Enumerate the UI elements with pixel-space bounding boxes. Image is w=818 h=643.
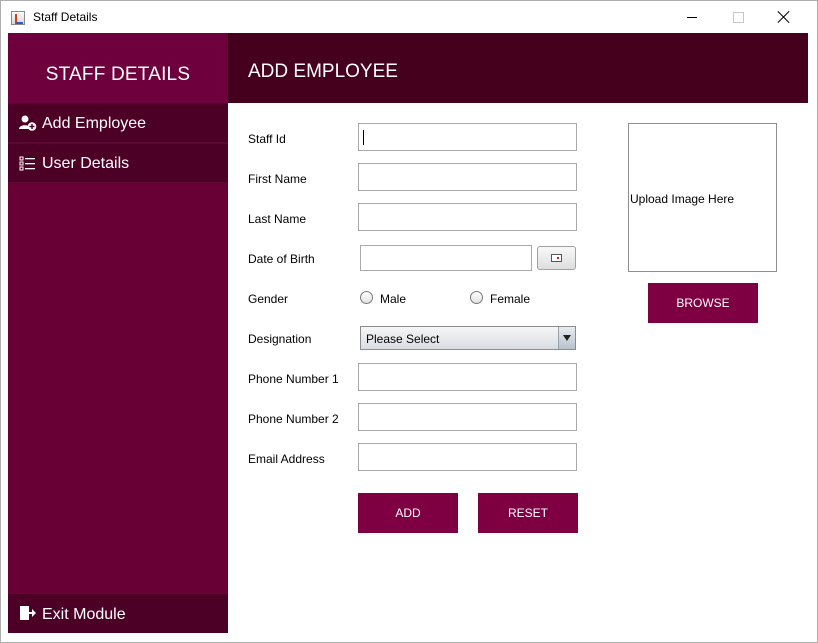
close-icon bbox=[778, 11, 790, 23]
add-button[interactable]: ADD bbox=[358, 493, 458, 533]
sidebar-item-label: Add Employee bbox=[42, 115, 147, 132]
gender-female-label: Female bbox=[490, 292, 531, 306]
last-name-input[interactable] bbox=[358, 203, 577, 231]
first-name-input[interactable] bbox=[358, 163, 577, 191]
browse-button[interactable]: BROWSE bbox=[648, 283, 758, 323]
phone2-label: Phone Number 2 bbox=[248, 412, 339, 426]
text-caret bbox=[363, 130, 364, 145]
page-title: ADD EMPLOYEE bbox=[248, 61, 398, 82]
phone1-input[interactable] bbox=[358, 363, 577, 391]
designation-selected-value: Please Select bbox=[366, 332, 440, 346]
calendar-icon bbox=[551, 254, 562, 262]
title-bar: Staff Details bbox=[1, 1, 817, 33]
designation-label: Designation bbox=[248, 332, 312, 346]
image-upload-box: Upload Image Here bbox=[628, 123, 777, 272]
close-button[interactable] bbox=[761, 1, 807, 33]
staff-id-label: Staff Id bbox=[248, 132, 286, 146]
sidebar-item-user-details[interactable]: User Details bbox=[8, 144, 228, 183]
sidebar-brand-title: STAFF DETAILS bbox=[45, 64, 191, 85]
employee-form: Staff Id First Name Last Name Date of Bi… bbox=[228, 103, 808, 632]
gender-male-label: Male bbox=[380, 292, 407, 306]
list-icon bbox=[19, 156, 35, 171]
add-user-icon bbox=[19, 115, 37, 131]
gender-label: Gender bbox=[248, 292, 289, 306]
sidebar-item-label: User Details bbox=[42, 155, 130, 172]
gender-female-radio[interactable] bbox=[470, 291, 483, 304]
reset-button[interactable]: RESET bbox=[478, 493, 578, 533]
dob-input[interactable] bbox=[360, 245, 532, 271]
window-title: Staff Details bbox=[33, 10, 98, 24]
phone2-input[interactable] bbox=[358, 403, 577, 431]
page-header: ADD EMPLOYEE bbox=[228, 33, 808, 103]
gender-male-radio[interactable] bbox=[360, 291, 373, 304]
maximize-button bbox=[715, 1, 761, 33]
java-app-icon bbox=[11, 11, 25, 25]
staff-id-input[interactable] bbox=[358, 123, 577, 151]
dropdown-arrow-icon[interactable] bbox=[558, 327, 575, 349]
exit-module-button[interactable]: Exit Module bbox=[8, 593, 228, 633]
first-name-label: First Name bbox=[248, 172, 307, 186]
minimize-icon bbox=[687, 16, 697, 18]
designation-select[interactable]: Please Select bbox=[360, 326, 576, 350]
exit-icon bbox=[20, 606, 36, 620]
sidebar-brand: STAFF DETAILS bbox=[8, 33, 228, 103]
maximize-icon bbox=[732, 11, 744, 23]
email-label: Email Address bbox=[248, 452, 325, 466]
dob-label: Date of Birth bbox=[248, 252, 315, 266]
email-input[interactable] bbox=[358, 443, 577, 471]
minimize-button[interactable] bbox=[669, 1, 715, 33]
sidebar: STAFF DETAILS Add Employee User Details bbox=[8, 33, 228, 633]
image-upload-placeholder: Upload Image Here bbox=[630, 192, 735, 206]
sidebar-item-add-employee[interactable]: Add Employee bbox=[8, 104, 228, 143]
exit-module-label: Exit Module bbox=[42, 606, 126, 623]
phone1-label: Phone Number 1 bbox=[248, 372, 339, 386]
date-picker-button[interactable] bbox=[537, 246, 576, 270]
last-name-label: Last Name bbox=[248, 212, 307, 226]
